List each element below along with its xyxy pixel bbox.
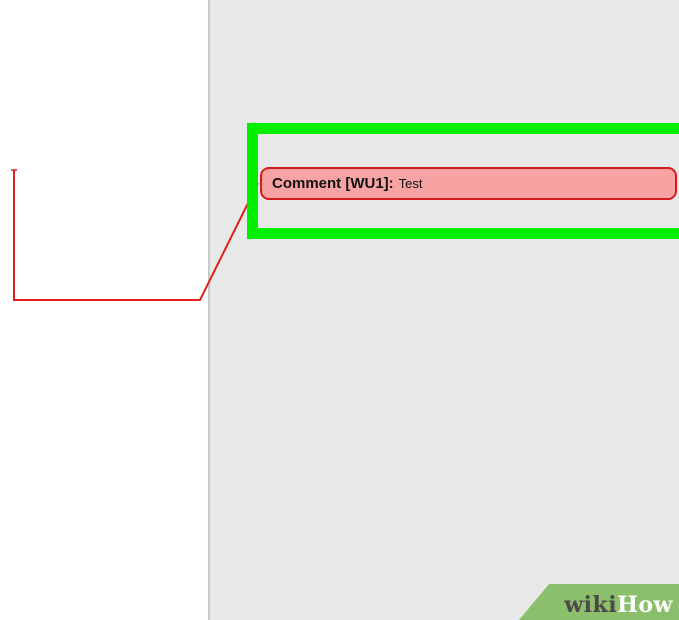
- watermark-wiki: wiki: [564, 592, 618, 618]
- watermark-text: wikiHow: [564, 592, 673, 618]
- wikihow-watermark: wikiHow: [519, 584, 679, 620]
- markup-pane: [208, 0, 679, 620]
- watermark-how: How: [617, 592, 673, 618]
- comment-text[interactable]: Test: [399, 176, 423, 191]
- comment-balloon[interactable]: Comment [WU1]: Test: [260, 167, 677, 200]
- word-document-view: Comment [WU1]: Test wikiHow: [0, 0, 679, 620]
- comment-label: Comment [WU1]:: [272, 175, 394, 192]
- document-page-area[interactable]: [0, 0, 208, 620]
